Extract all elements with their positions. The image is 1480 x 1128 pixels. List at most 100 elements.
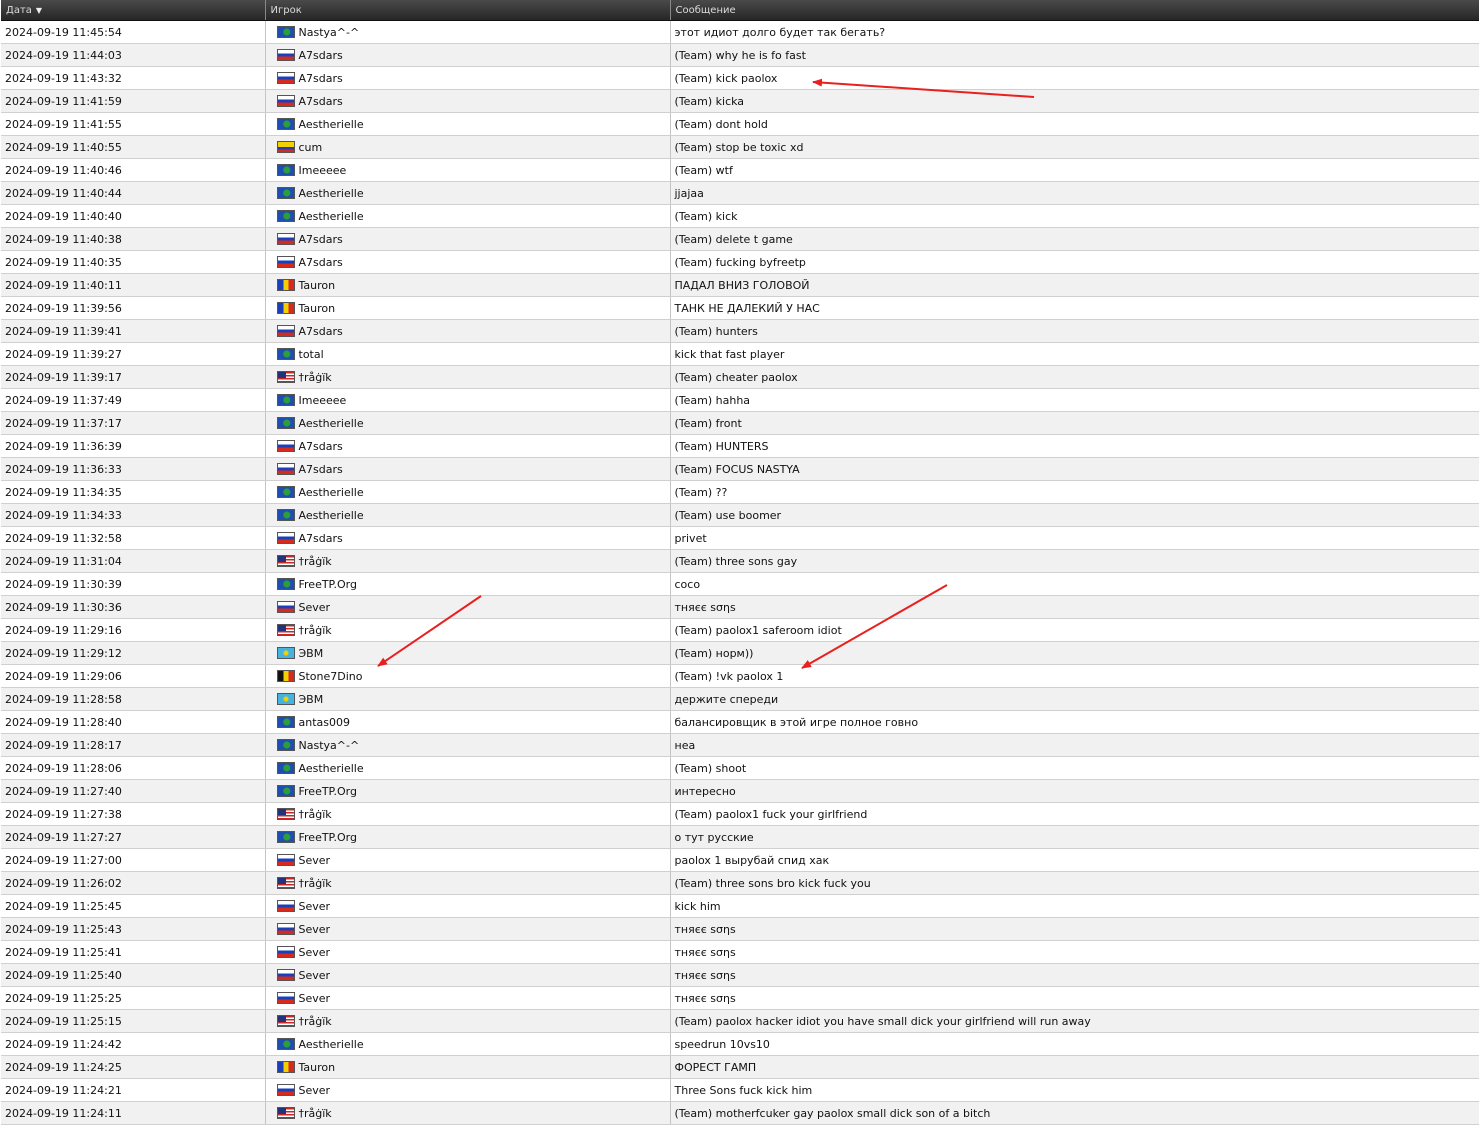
flag-kz-icon xyxy=(276,692,295,705)
player-name[interactable]: cum xyxy=(299,141,323,154)
player-name[interactable]: Aestherielle xyxy=(299,509,364,522)
player-name[interactable]: Sever xyxy=(299,900,331,913)
flag-us-icon xyxy=(276,554,295,567)
table-row: 2024-09-19 11:39:41 A7sdars (Team) hunters xyxy=(1,319,1479,343)
player-name[interactable]: †råġïk xyxy=(299,624,332,637)
row-message: ФОРЕСТ ГАМП xyxy=(670,1055,1479,1079)
table-row: 2024-09-19 11:40:55 cum (Team) stop be tox… xyxy=(1,135,1479,159)
table-row: 2024-09-19 11:24:11 †råġïk (Team) motherfc… xyxy=(1,1101,1479,1125)
player-name[interactable]: A7sdars xyxy=(299,72,343,85)
player-name[interactable]: †råġïk xyxy=(299,877,332,890)
player-name[interactable]: †råġïk xyxy=(299,1107,332,1120)
player-name[interactable]: antas009 xyxy=(299,716,351,729)
column-header-message[interactable]: Сообщение xyxy=(670,0,1479,21)
row-player: Imeeeee xyxy=(265,388,671,412)
row-date: 2024-09-19 11:40:46 xyxy=(1,158,266,182)
row-player: Nastya^-^ xyxy=(265,20,671,44)
table-row: 2024-09-19 11:40:44 Aestherielle jjajaa xyxy=(1,181,1479,205)
row-player: Imeeeee xyxy=(265,158,671,182)
player-name[interactable]: Nastya^-^ xyxy=(299,739,360,752)
row-player: †råġïk xyxy=(265,365,671,389)
row-player: †råġïk xyxy=(265,1101,671,1125)
player-name[interactable]: Aestherielle xyxy=(299,210,364,223)
row-date: 2024-09-19 11:43:32 xyxy=(1,66,266,90)
row-message: (Team) wtf xyxy=(670,158,1479,182)
row-player: Aestherielle xyxy=(265,1032,671,1056)
player-name[interactable]: Sever xyxy=(299,946,331,959)
sort-desc-icon: ▼ xyxy=(35,5,43,15)
table-row: 2024-09-19 11:25:15 †råġïk (Team) paolox h… xyxy=(1,1009,1479,1033)
table-row: 2024-09-19 11:41:59 A7sdars (Team) kicka xyxy=(1,89,1479,113)
player-name[interactable]: Sever xyxy=(299,854,331,867)
row-player: antas009 xyxy=(265,710,671,734)
player-name[interactable]: Sever xyxy=(299,992,331,1005)
player-name[interactable]: Sever xyxy=(299,601,331,614)
player-name[interactable]: A7sdars xyxy=(299,256,343,269)
player-name[interactable]: A7sdars xyxy=(299,325,343,338)
player-name[interactable]: Sever xyxy=(299,923,331,936)
table-body: 2024-09-19 11:45:54 Nastya^-^ этот идиот д… xyxy=(1,20,1479,1125)
player-name[interactable]: A7sdars xyxy=(299,49,343,62)
row-date: 2024-09-19 11:39:56 xyxy=(1,296,266,320)
player-name[interactable]: Stone7Dino xyxy=(299,670,363,683)
row-message: (Team) hunters xyxy=(670,319,1479,343)
table-row: 2024-09-19 11:27:00 Sever paolox 1 вырубай… xyxy=(1,848,1479,872)
player-name[interactable]: Aestherielle xyxy=(299,762,364,775)
player-name[interactable]: A7sdars xyxy=(299,440,343,453)
player-name[interactable]: †råġïk xyxy=(299,1015,332,1028)
player-name[interactable]: Sever xyxy=(299,1084,331,1097)
player-name[interactable]: A7sdars xyxy=(299,532,343,545)
player-name[interactable]: †råġïk xyxy=(299,371,332,384)
player-name[interactable]: Aestherielle xyxy=(299,118,364,131)
player-name[interactable]: †råġïk xyxy=(299,808,332,821)
row-message: тняєє ѕσηѕ xyxy=(670,595,1479,619)
row-player: Tauron xyxy=(265,273,671,297)
player-name[interactable]: Nastya^-^ xyxy=(299,26,360,39)
table-row: 2024-09-19 11:34:33 Aestherielle (Team) us… xyxy=(1,503,1479,527)
player-name[interactable]: Tauron xyxy=(299,302,336,315)
player-name[interactable]: ЭВМ xyxy=(299,647,324,660)
flag-ru-icon xyxy=(276,531,295,544)
flag-ru-icon xyxy=(276,991,295,1004)
row-message: speedrun 10vs10 xyxy=(670,1032,1479,1056)
row-player: FreeTP.Org xyxy=(265,572,671,596)
player-name[interactable]: A7sdars xyxy=(299,95,343,108)
row-message: (Team) FOCUS NASTYA xyxy=(670,457,1479,481)
player-name[interactable]: Tauron xyxy=(299,1061,336,1074)
player-name[interactable]: Aestherielle xyxy=(299,486,364,499)
row-date: 2024-09-19 11:29:16 xyxy=(1,618,266,642)
player-name[interactable]: total xyxy=(299,348,324,361)
player-name[interactable]: Aestherielle xyxy=(299,1038,364,1051)
flag-ru-icon xyxy=(276,945,295,958)
player-name[interactable]: FreeTP.Org xyxy=(299,785,357,798)
row-message: тняєє ѕσηѕ xyxy=(670,963,1479,987)
flag-world-icon xyxy=(276,485,295,498)
row-message: privet xyxy=(670,526,1479,550)
row-message: (Team) fucking byfreetp xyxy=(670,250,1479,274)
row-player: A7sdars xyxy=(265,89,671,113)
player-name[interactable]: A7sdars xyxy=(299,233,343,246)
row-date: 2024-09-19 11:28:17 xyxy=(1,733,266,757)
table-row: 2024-09-19 11:41:55 Aestherielle (Team) do… xyxy=(1,112,1479,136)
flag-world-icon xyxy=(276,830,295,843)
row-date: 2024-09-19 11:40:38 xyxy=(1,227,266,251)
column-header-date[interactable]: Дата ▼ xyxy=(1,0,266,21)
player-name[interactable]: ЭВМ xyxy=(299,693,324,706)
player-name[interactable]: A7sdars xyxy=(299,463,343,476)
row-date: 2024-09-19 11:36:39 xyxy=(1,434,266,458)
row-player: A7sdars xyxy=(265,319,671,343)
player-name[interactable]: FreeTP.Org xyxy=(299,831,357,844)
row-date: 2024-09-19 11:25:41 xyxy=(1,940,266,964)
player-name[interactable]: †råġïk xyxy=(299,555,332,568)
row-message: тняєє ѕσηѕ xyxy=(670,986,1479,1010)
player-name[interactable]: FreeTP.Org xyxy=(299,578,357,591)
column-header-player[interactable]: Игрок xyxy=(265,0,671,21)
player-name[interactable]: Imeeeee xyxy=(299,164,347,177)
player-name[interactable]: Aestherielle xyxy=(299,417,364,430)
player-name[interactable]: Tauron xyxy=(299,279,336,292)
table-row: 2024-09-19 11:40:11 Tauron ПАДАЛ ВНИЗ ГОЛО… xyxy=(1,273,1479,297)
player-name[interactable]: Aestherielle xyxy=(299,187,364,200)
player-name[interactable]: Sever xyxy=(299,969,331,982)
player-name[interactable]: Imeeeee xyxy=(299,394,347,407)
table-row: 2024-09-19 11:39:27 total kick that fast p… xyxy=(1,342,1479,366)
